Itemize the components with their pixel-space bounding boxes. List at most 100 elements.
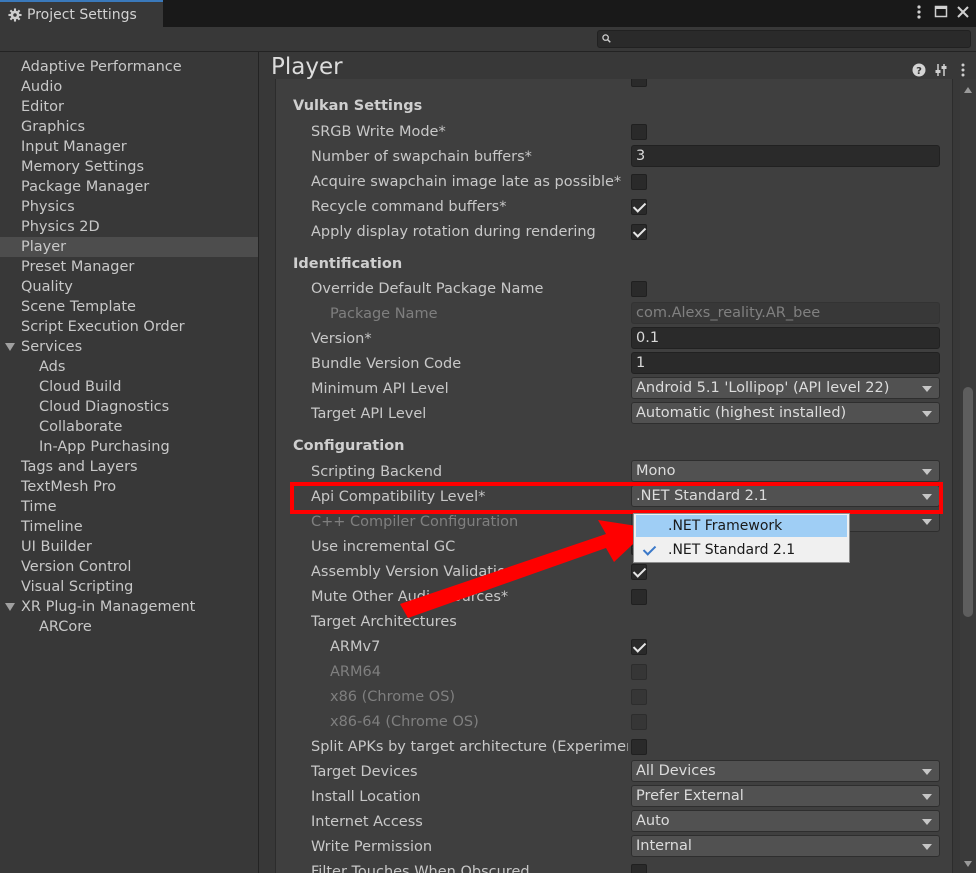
scroll-up-icon[interactable] — [964, 87, 972, 93]
checkbox[interactable] — [631, 739, 647, 755]
sidebar-item[interactable]: Cloud Build — [0, 377, 258, 397]
sidebar-item[interactable]: In-App Purchasing — [0, 437, 258, 457]
sidebar-item[interactable]: Package Manager — [0, 177, 258, 197]
setting-label: Version* — [311, 331, 372, 347]
sidebar-item[interactable]: TextMesh Pro — [0, 477, 258, 497]
sidebar-item-label: Physics — [21, 199, 75, 215]
setting-label: Package Name — [330, 306, 438, 322]
sidebar-item[interactable]: Timeline — [0, 517, 258, 537]
checkbox[interactable] — [631, 199, 647, 215]
sidebar-item[interactable]: Cloud Diagnostics — [0, 397, 258, 417]
gear-icon — [8, 7, 22, 22]
vertical-scrollbar[interactable] — [960, 79, 976, 873]
checkbox[interactable] — [631, 714, 647, 730]
sidebar-item[interactable]: Scene Template — [0, 297, 258, 317]
kebab-menu-icon[interactable] — [912, 4, 926, 20]
expand-arrow-icon[interactable] — [5, 603, 15, 611]
text-field[interactable]: 3 — [631, 145, 940, 167]
maximize-icon[interactable] — [934, 4, 948, 20]
setting-row: Install Location Prefer External — [276, 785, 952, 810]
sidebar-item-label: Quality — [21, 279, 73, 295]
preset-icon[interactable] — [934, 62, 948, 76]
text-field[interactable]: 0.1 — [631, 327, 940, 349]
checkmark-icon — [632, 564, 647, 578]
sidebar-item[interactable]: Graphics — [0, 117, 258, 137]
sidebar-item[interactable]: Visual Scripting — [0, 577, 258, 597]
setting-label: ARM64 — [330, 664, 381, 680]
sidebar-item[interactable]: Services — [0, 337, 258, 357]
sidebar-item-label: Input Manager — [21, 139, 127, 155]
close-icon[interactable] — [956, 4, 970, 20]
sidebar-item[interactable]: Physics — [0, 197, 258, 217]
chevron-down-icon — [922, 519, 932, 525]
sidebar-item[interactable]: Ads — [0, 357, 258, 377]
sidebar-item[interactable]: Player — [0, 237, 258, 257]
dropdown[interactable]: Android 5.1 'Lollipop' (API level 22) — [631, 377, 940, 399]
sidebar-item[interactable]: Adaptive Performance — [0, 57, 258, 77]
chevron-down-icon — [922, 386, 932, 392]
sidebar-item[interactable]: Memory Settings — [0, 157, 258, 177]
sidebar-item[interactable]: Audio — [0, 77, 258, 97]
settings-main: Player ? Vulkan Settings SRGB Write Mode*… — [259, 52, 976, 873]
sidebar-item[interactable]: Physics 2D — [0, 217, 258, 237]
dropdown[interactable]: Mono — [631, 460, 940, 482]
dropdown[interactable]: All Devices — [631, 760, 940, 782]
checkbox[interactable] — [631, 639, 647, 655]
sidebar-item-label: Adaptive Performance — [21, 59, 182, 75]
sidebar-item[interactable]: Tags and Layers — [0, 457, 258, 477]
checkbox[interactable] — [631, 281, 647, 297]
more-icon[interactable] — [956, 62, 970, 77]
sidebar-item[interactable]: Input Manager — [0, 137, 258, 157]
dropdown[interactable]: Auto — [631, 810, 940, 832]
sidebar-item[interactable]: Quality — [0, 277, 258, 297]
sidebar-item[interactable]: Editor — [0, 97, 258, 117]
checkbox[interactable] — [631, 224, 647, 240]
setting-row: Acquire swapchain image late as possible… — [276, 170, 952, 195]
chevron-down-icon — [922, 819, 932, 825]
sidebar-item-label: UI Builder — [21, 539, 92, 555]
sidebar-item-label: Tags and Layers — [21, 459, 138, 475]
setting-label: Mute Other Audio Sources* — [311, 589, 509, 605]
search-input[interactable] — [597, 30, 971, 48]
dropdown[interactable]: Internal — [631, 835, 940, 857]
setting-row: Target API Level Automatic (highest insta… — [276, 402, 952, 427]
dropdown-value: Prefer External — [636, 788, 744, 804]
dropdown[interactable]: Automatic (highest installed) — [631, 402, 940, 424]
checkbox[interactable] — [631, 124, 647, 140]
checkbox[interactable] — [631, 689, 647, 705]
sidebar-item[interactable]: ARCore — [0, 617, 258, 637]
checkbox[interactable] — [631, 564, 647, 580]
sidebar-item[interactable]: Collaborate — [0, 417, 258, 437]
checkbox[interactable] — [631, 664, 647, 680]
checkbox[interactable] — [631, 174, 647, 190]
tab-project-settings[interactable]: Project Settings — [0, 0, 163, 27]
help-icon[interactable]: ? — [912, 62, 926, 77]
text-field[interactable]: 1 — [631, 352, 940, 374]
checkbox[interactable] — [631, 864, 647, 873]
dropdown[interactable]: Prefer External — [631, 785, 940, 807]
sidebar-item[interactable]: Script Execution Order — [0, 317, 258, 337]
popup-option[interactable]: .NET Framework — [636, 515, 847, 537]
dropdown-value: Internal — [636, 838, 692, 854]
sidebar-item-label: Memory Settings — [21, 159, 145, 175]
sidebar-item[interactable]: Time — [0, 497, 258, 517]
chevron-down-icon — [922, 411, 932, 417]
sidebar-item-label: Scene Template — [21, 299, 136, 315]
sidebar-item[interactable]: Version Control — [0, 557, 258, 577]
sidebar-item[interactable]: Preset Manager — [0, 257, 258, 277]
sidebar-item[interactable]: XR Plug-in Management — [0, 597, 258, 617]
expand-arrow-icon[interactable] — [5, 343, 15, 351]
chevron-down-icon — [922, 794, 932, 800]
popup-option[interactable]: .NET Standard 2.1 — [636, 539, 847, 561]
setting-label: Target Devices — [311, 764, 418, 780]
scrollbar-thumb[interactable] — [963, 387, 973, 617]
checkbox[interactable] — [631, 79, 647, 87]
checkbox[interactable] — [631, 589, 647, 605]
sidebar-item-label: ARCore — [39, 619, 92, 635]
scroll-down-icon[interactable] — [964, 861, 972, 867]
sidebar-item[interactable]: UI Builder — [0, 537, 258, 557]
sidebar-item-label: In-App Purchasing — [39, 439, 170, 455]
setting-row: Apply display rotation during rendering — [276, 220, 952, 245]
setting-row: Bundle Version Code 1 — [276, 352, 952, 377]
page-title: Player — [271, 54, 343, 80]
